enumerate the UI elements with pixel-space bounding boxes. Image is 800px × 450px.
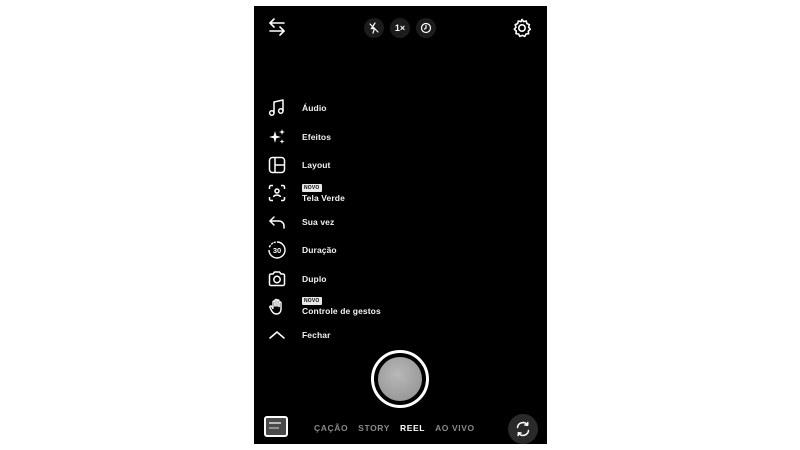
flip-camera-icon (514, 420, 532, 438)
menu-item-audio[interactable]: Áudio (266, 94, 526, 122)
menu-item-gesture-control[interactable]: NOVO Controle de gestos (266, 293, 526, 321)
menu-item-layout[interactable]: Layout (266, 151, 526, 179)
settings-gear-icon[interactable] (511, 17, 533, 39)
flip-camera-button[interactable] (508, 414, 538, 444)
menu-label-audio: Áudio (302, 103, 327, 114)
mode-tab-reel[interactable]: REEL (400, 423, 425, 433)
shutter-inner (378, 357, 422, 401)
camera-screen: 1× Áudio Efeitos Layout NOVO Tela Verde … (254, 6, 547, 444)
top-controls: 1× (364, 18, 436, 38)
menu-item-effects[interactable]: Efeitos (266, 122, 526, 150)
menu-label-green-screen: Tela Verde (302, 192, 345, 203)
sparkles-icon (266, 126, 288, 148)
layout-icon (266, 154, 288, 176)
menu-item-green-screen[interactable]: NOVO Tela Verde (266, 179, 526, 207)
menu-item-close[interactable]: Fechar (266, 321, 526, 349)
green-screen-icon (266, 182, 288, 204)
timer-icon (420, 22, 432, 34)
svg-text:30: 30 (273, 246, 281, 255)
menu-item-your-turn[interactable]: Sua vez (266, 208, 526, 236)
new-badge: NOVO (302, 183, 322, 192)
chevron-up-icon (266, 324, 288, 346)
timer-30-icon: 30 (266, 239, 288, 261)
music-note-icon (266, 97, 288, 119)
menu-item-dual[interactable]: Duplo (266, 264, 526, 292)
menu-label-dual: Duplo (302, 273, 327, 284)
dual-camera-icon (266, 268, 288, 290)
flash-off-button[interactable] (364, 18, 384, 38)
switch-arrows-icon[interactable] (266, 16, 288, 38)
flash-off-icon (368, 22, 380, 34)
menu-label-close: Fechar (302, 330, 331, 341)
mode-tab-live[interactable]: AO VIVO (435, 423, 475, 433)
camera-tools-menu: Áudio Efeitos Layout NOVO Tela Verde Sua… (266, 94, 526, 350)
new-badge: NOVO (302, 297, 322, 306)
menu-label-duration: Duração (302, 245, 337, 256)
zoom-button[interactable]: 1× (390, 18, 410, 38)
timer-button[interactable] (416, 18, 436, 38)
camera-mode-selector: ÇAÇÃO STORY REEL AO VIVO (314, 423, 475, 433)
zoom-label: 1× (394, 23, 406, 33)
menu-label-effects: Efeitos (302, 131, 332, 142)
hand-gesture-icon (266, 296, 288, 318)
shutter-button[interactable] (371, 350, 429, 408)
menu-label-layout: Layout (302, 159, 331, 170)
menu-label-gesture-control: Controle de gestos (302, 306, 381, 317)
menu-label-your-turn: Sua vez (302, 216, 335, 227)
gallery-thumbnail[interactable] (264, 416, 288, 437)
reply-arrow-icon (266, 211, 288, 233)
mode-tab-story[interactable]: STORY (358, 423, 390, 433)
mode-tab-creation[interactable]: ÇAÇÃO (314, 423, 348, 433)
menu-item-duration[interactable]: 30 Duração (266, 236, 526, 264)
